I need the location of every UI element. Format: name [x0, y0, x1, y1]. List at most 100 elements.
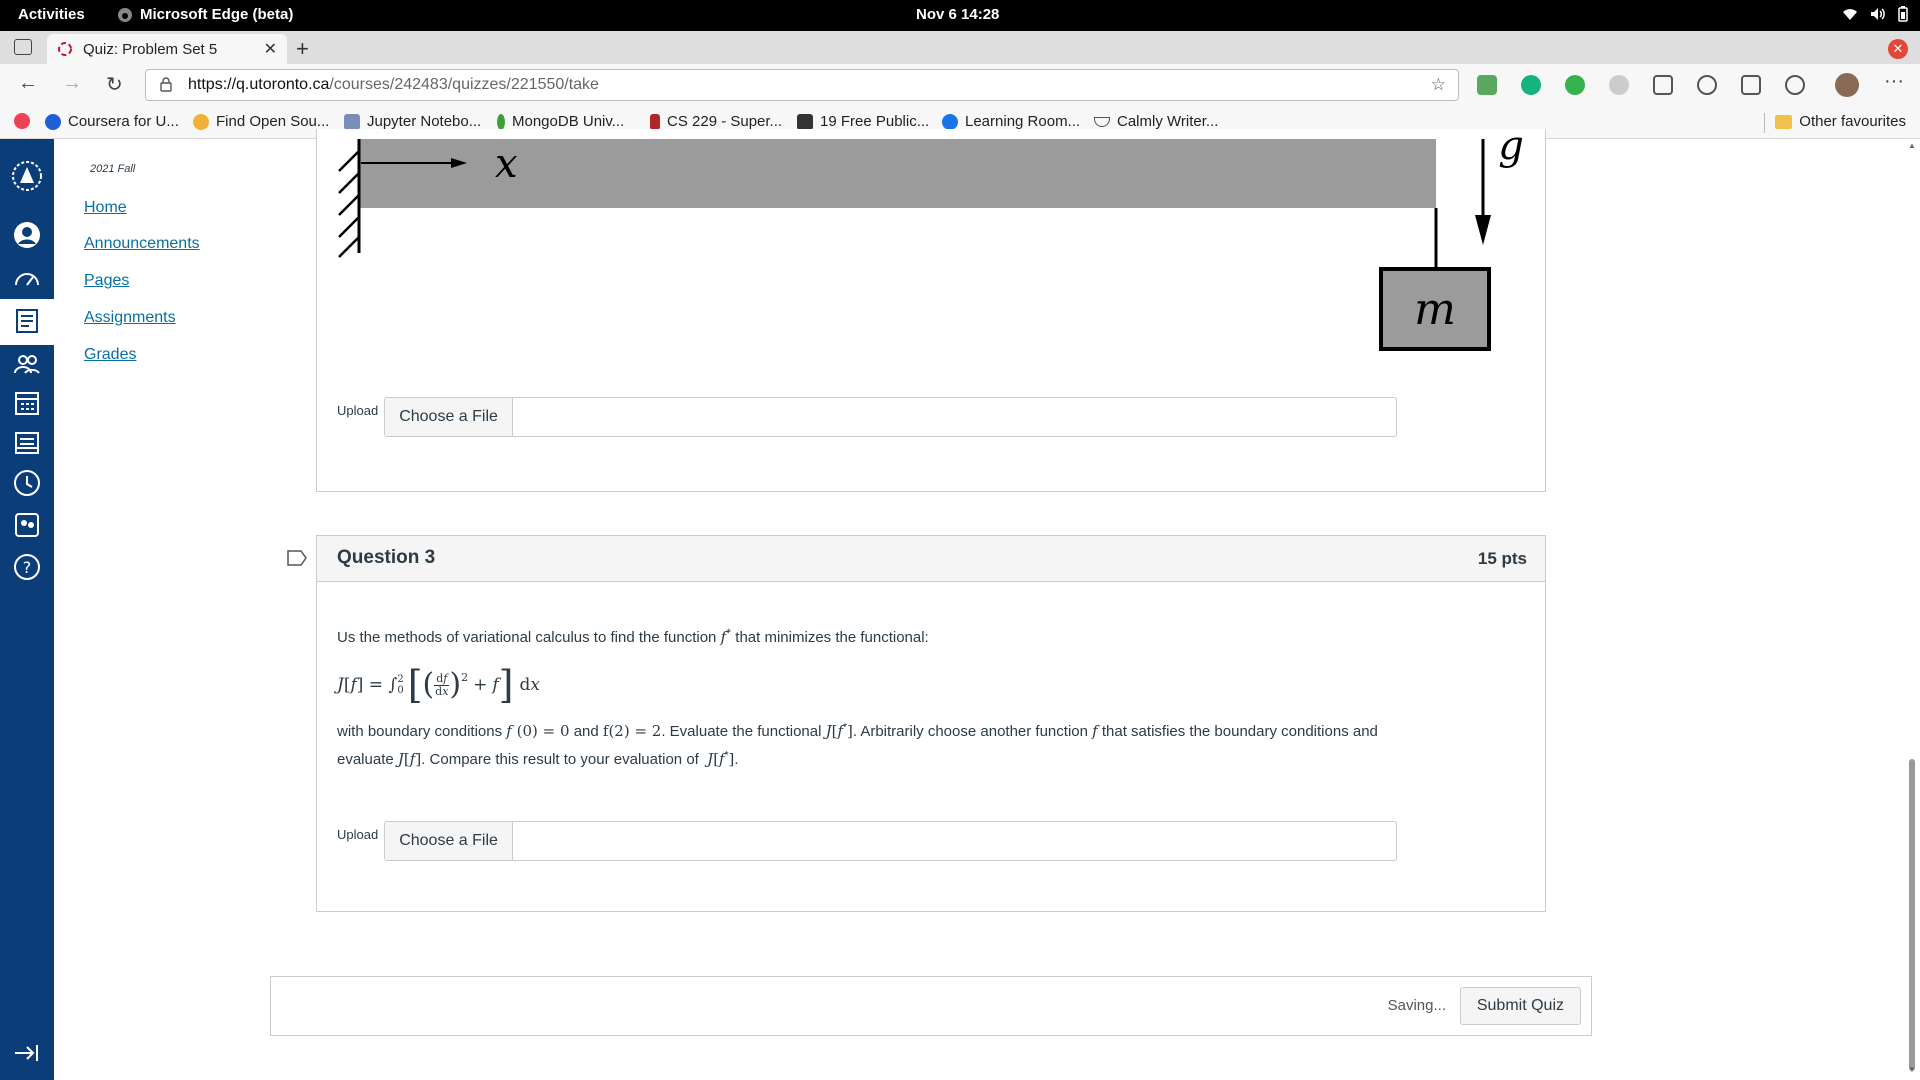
navigation-bar: ← → ↻ https://q.utoronto.ca/courses/2424… [0, 64, 1920, 106]
reload-icon[interactable]: ↻ [106, 72, 123, 97]
bookmark-mongodb[interactable]: MongoDB Univ... [497, 113, 624, 130]
scroll-up-icon[interactable]: ▲ [1908, 141, 1916, 150]
grammarly-icon[interactable] [1521, 75, 1541, 95]
nav-link-assignments[interactable]: Assignments [84, 309, 176, 327]
collections-icon[interactable] [1741, 75, 1761, 95]
wall-hatching [338, 150, 360, 258]
question-title: Question 3 [337, 547, 436, 568]
upload-row-q3: Upload Choose a File [337, 821, 1398, 861]
groups-icon[interactable] [13, 351, 41, 379]
gravity-label: g [1498, 129, 1524, 169]
system-top-bar: Activities Microsoft Edge (beta) Nov 6 1… [0, 0, 1920, 31]
mongodb-leaf-icon [497, 113, 505, 130]
scrollbar-thumb[interactable] [1909, 759, 1915, 1071]
battery-icon [1898, 6, 1908, 22]
collapse-nav-icon[interactable] [13, 1042, 41, 1064]
mass-spring-figure: x m g [338, 129, 1524, 351]
account-icon[interactable] [13, 221, 41, 249]
back-icon[interactable]: ← [18, 72, 38, 95]
bookmark-learning-room[interactable]: Learning Room... [942, 113, 1080, 130]
tab-close-icon[interactable]: ✕ [264, 39, 277, 59]
file-input-q3[interactable]: Choose a File [384, 821, 1398, 861]
bookmark-pocket[interactable] [14, 113, 30, 129]
svg-text:?: ? [23, 558, 32, 577]
inbox-icon[interactable] [13, 429, 41, 457]
functional-equation: J[f] = ∫ 2 0 [ ( df dx ) 2 + f ] dx [337, 663, 540, 707]
quiz-submit-bar: Saving... Submit Quiz [270, 976, 1592, 1036]
boundary-conditions-text: with boundary conditions f (0) = 0 and f… [337, 722, 1378, 768]
studio-icon[interactable] [13, 511, 41, 539]
course-navigation: 2021 Fall Home Announcements Pages Assig… [54, 139, 294, 1080]
forward-icon[interactable]: → [62, 72, 82, 95]
page-scrollbar[interactable]: ▲ ▼ [1904, 139, 1920, 1080]
question-2: x m g Upload Choose a File [316, 129, 1546, 492]
pocket-icon [14, 113, 30, 129]
other-favourites[interactable]: Other favourites [1775, 113, 1906, 130]
check-extension-icon[interactable] [1565, 75, 1585, 95]
x-axis-label: x [495, 141, 518, 187]
bookmarks-separator [1764, 113, 1765, 133]
tab-title: Quiz: Problem Set 5 [83, 40, 218, 58]
dollar-icon [797, 113, 813, 130]
upload-label: Upload [337, 403, 379, 418]
tab-actions-icon[interactable] [14, 39, 32, 55]
document-icon [344, 113, 360, 130]
beam [360, 139, 1436, 208]
question-3-header: Question 3 15 pts [317, 536, 1545, 582]
course-term: 2021 Fall [90, 163, 136, 175]
scroll-down-icon[interactable]: ▼ [1908, 1065, 1916, 1074]
add-favourite-icon[interactable]: ☆ [1431, 75, 1446, 95]
bookmark-calmly-writer[interactable]: Calmly Writer... [1094, 113, 1218, 130]
submit-quiz-button[interactable]: Submit Quiz [1459, 987, 1581, 1025]
bookmark-coursera[interactable]: Coursera for U... [45, 113, 179, 130]
calendar-icon[interactable] [13, 389, 41, 417]
profile-avatar[interactable] [1835, 73, 1859, 97]
more-menu-icon[interactable]: ··· [1884, 70, 1904, 93]
nav-link-pages[interactable]: Pages [84, 272, 129, 290]
mouse-extension-icon[interactable] [1609, 75, 1629, 95]
choose-file-button-q2[interactable]: Choose a File [385, 398, 513, 436]
address-bar[interactable]: https://q.utoronto.ca/courses/242483/qui… [145, 69, 1459, 101]
choose-file-button-q3[interactable]: Choose a File [385, 822, 513, 860]
clock[interactable]: Nov 6 14:28 [916, 6, 999, 23]
cup-icon [1094, 116, 1110, 127]
activities-button[interactable]: Activities [18, 6, 85, 23]
bookmark-cs229[interactable]: CS 229 - Super... [650, 113, 782, 130]
help-icon[interactable]: ? [13, 553, 41, 581]
app-menu[interactable]: Microsoft Edge (beta) [117, 6, 293, 23]
mass-label: m [1414, 284, 1456, 335]
university-logo-icon[interactable] [10, 159, 44, 193]
tab-strip: Quiz: Problem Set 5 ✕ + ✕ [0, 31, 1920, 64]
dashboard-icon[interactable] [13, 265, 41, 293]
bookmark-jupyter[interactable]: Jupyter Notebo... [344, 113, 481, 130]
url-host: https://q.utoronto.ca [188, 76, 330, 93]
nav-link-announcements[interactable]: Announcements [84, 235, 200, 253]
wifi-icon [1843, 9, 1857, 20]
courses-icon [16, 309, 38, 333]
bookmark-find-open-source[interactable]: Find Open Sou... [193, 113, 329, 130]
math-f-star: f* [720, 628, 732, 646]
quiz-content: x m g Upload Choose a File Question 3 15… [287, 129, 1904, 1080]
lock-icon[interactable] [160, 77, 172, 92]
tab-quiz[interactable]: Quiz: Problem Set 5 ✕ [47, 34, 287, 64]
url-path: /courses/242483/quizzes/221550/take [329, 76, 599, 93]
window-close-icon[interactable]: ✕ [1888, 39, 1908, 59]
extensions-icon[interactable] [1653, 75, 1673, 95]
courses-nav-active[interactable] [0, 299, 54, 345]
history-icon[interactable] [13, 469, 41, 497]
flag-question-icon[interactable] [286, 549, 308, 567]
app-name: Microsoft Edge (beta) [140, 6, 294, 23]
inbox-extension-icon[interactable] [1477, 75, 1497, 95]
bookmark-free-public[interactable]: 19 Free Public... [797, 113, 929, 130]
file-input-q2[interactable]: Choose a File [384, 397, 1398, 437]
info-icon [942, 113, 958, 130]
nav-link-home[interactable]: Home [84, 199, 127, 217]
stanford-icon [650, 113, 660, 130]
question-points: 15 pts [1477, 549, 1527, 568]
system-tray[interactable] [1842, 6, 1908, 22]
share-icon[interactable] [1785, 75, 1805, 95]
favourites-icon[interactable] [1697, 75, 1717, 95]
new-tab-icon[interactable]: + [296, 36, 309, 62]
question-3: Question 3 15 pts Us the methods of vari… [316, 535, 1546, 912]
nav-link-grades[interactable]: Grades [84, 346, 136, 364]
